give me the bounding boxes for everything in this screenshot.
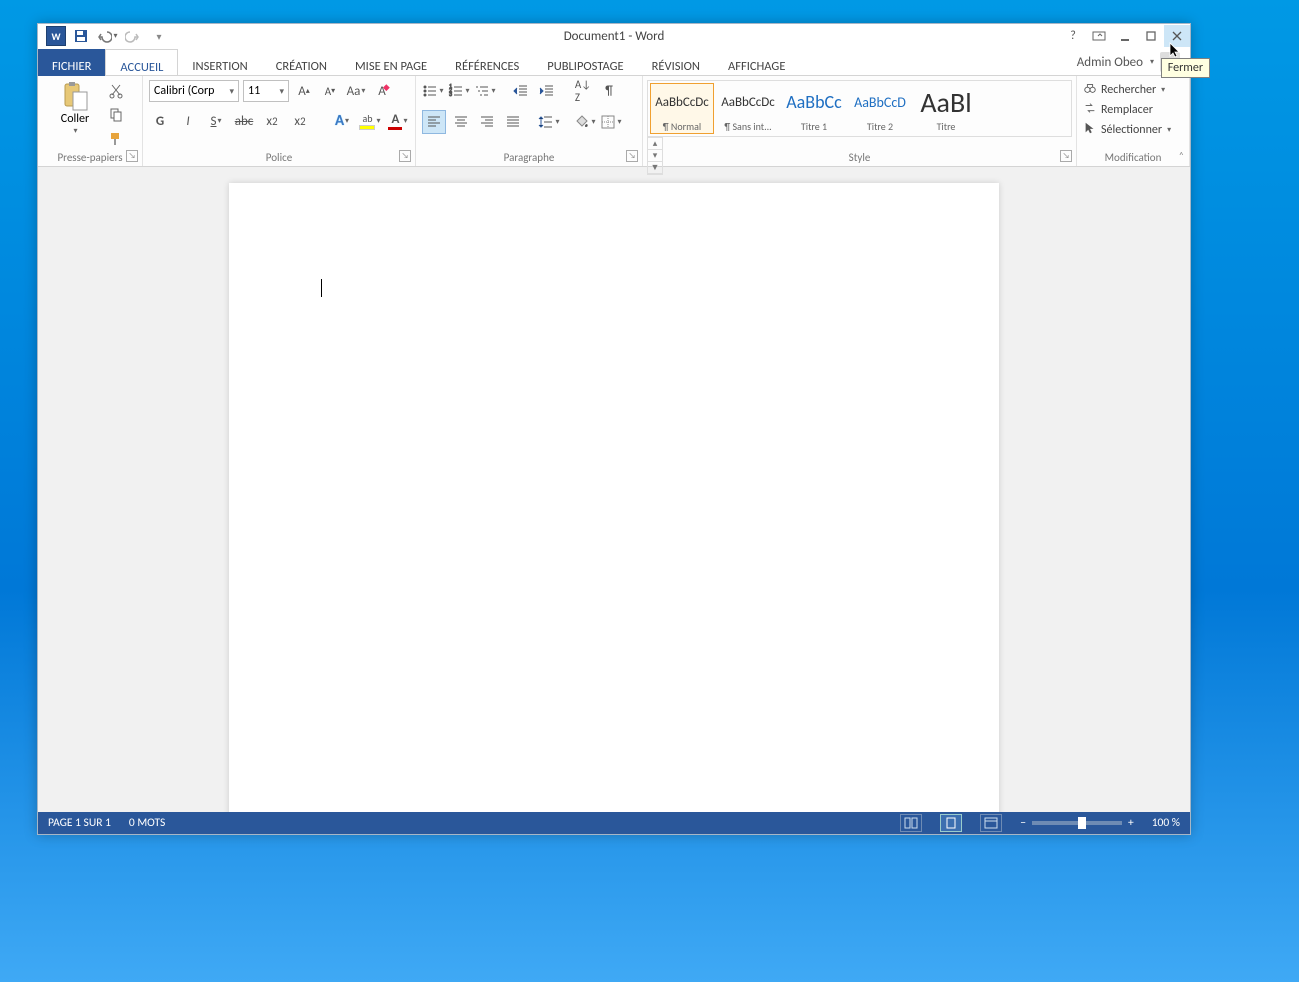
ribbon-tabs: FICHIER ACCUEIL INSERTION CRÉATION MISE … xyxy=(38,49,1190,76)
align-right-icon[interactable] xyxy=(476,111,498,133)
word-window: W ▾ ▾ Document1 - Word ? xyxy=(37,23,1191,835)
style-dialog-launcher[interactable]: ↘ xyxy=(1060,150,1072,162)
svg-text:3: 3 xyxy=(449,90,452,98)
zoom-in-icon[interactable]: + xyxy=(1128,816,1134,830)
zoom-slider[interactable]: − + xyxy=(1020,816,1133,830)
style-gallery: AaBbCcDc¶ Normal AaBbCcDc¶ Sans int... A… xyxy=(647,80,1072,137)
group-clipboard: Coller ▾ Presse-papiers ↘ xyxy=(38,76,143,166)
bullets-icon[interactable]: ▾ xyxy=(422,80,444,102)
document-area[interactable] xyxy=(38,167,1190,812)
style-normal[interactable]: AaBbCcDc¶ Normal xyxy=(650,83,714,134)
user-name[interactable]: Admin Obeo xyxy=(1077,55,1143,70)
cursor-icon xyxy=(1168,42,1184,62)
show-marks-icon[interactable]: ¶ xyxy=(598,80,620,102)
group-font: Calibri (Corp▾ 11▾ A▴ A▾ Aa▾ A◆ G I S▾ a… xyxy=(143,76,416,166)
style-titre[interactable]: AaBlTitre xyxy=(914,83,978,134)
select-button[interactable]: Sélectionner▾ xyxy=(1083,120,1183,140)
underline-button[interactable]: S▾ xyxy=(205,110,227,132)
style-group-label: Style xyxy=(643,151,1076,164)
paste-label: Coller xyxy=(61,112,89,126)
subscript-button[interactable]: x2 xyxy=(261,110,283,132)
borders-icon[interactable]: ▾ xyxy=(600,111,622,133)
format-painter-icon[interactable] xyxy=(105,128,127,150)
superscript-button[interactable]: x2 xyxy=(289,110,311,132)
style-sans-int[interactable]: AaBbCcDc¶ Sans int... xyxy=(716,83,780,134)
collapse-ribbon-icon[interactable]: ˄ xyxy=(1179,149,1184,162)
tab-references[interactable]: RÉFÉRENCES xyxy=(441,49,533,79)
status-bar: PAGE 1 SUR 1 0 MOTS − + 100 % xyxy=(38,812,1190,834)
replace-button[interactable]: Remplacer xyxy=(1083,100,1183,120)
style-titre1[interactable]: AaBbCcTitre 1 xyxy=(782,83,846,134)
style-titre2[interactable]: AaBbCcDTitre 2 xyxy=(848,83,912,134)
cut-icon[interactable] xyxy=(105,80,127,102)
shading-icon[interactable]: ▾ xyxy=(574,111,596,133)
group-paragraph: ▾ 123▾ ▾ A↓Z ¶ ▾ ▾ ▾ Paragr xyxy=(416,76,643,166)
increase-indent-icon[interactable] xyxy=(536,80,558,102)
find-button[interactable]: Rechercher▾ xyxy=(1083,80,1183,100)
highlight-icon[interactable]: ab▾ xyxy=(359,110,381,132)
tab-publipostage[interactable]: PUBLIPOSTAGE xyxy=(533,49,637,79)
tab-mise-en-page[interactable]: MISE EN PAGE xyxy=(341,49,441,79)
window-title: Document1 - Word xyxy=(38,29,1190,44)
align-center-icon[interactable] xyxy=(450,111,472,133)
title-bar: W ▾ ▾ Document1 - Word ? xyxy=(38,24,1190,49)
copy-icon[interactable] xyxy=(105,104,127,126)
page-indicator[interactable]: PAGE 1 SUR 1 xyxy=(48,816,111,830)
clipboard-dialog-launcher[interactable]: ↘ xyxy=(126,150,138,162)
grow-font-icon[interactable]: A▴ xyxy=(293,80,315,102)
group-styles: AaBbCcDc¶ Normal AaBbCcDc¶ Sans int... A… xyxy=(643,76,1077,166)
text-cursor xyxy=(321,279,322,297)
group-editing: Rechercher▾ Remplacer Sélectionner▾ Modi… xyxy=(1077,76,1190,166)
justify-icon[interactable] xyxy=(502,111,524,133)
web-layout-icon[interactable] xyxy=(980,814,1002,832)
page[interactable] xyxy=(229,183,999,812)
tab-file[interactable]: FICHIER xyxy=(38,49,105,79)
change-case-icon[interactable]: Aa▾ xyxy=(345,80,367,102)
zoom-out-icon[interactable]: − xyxy=(1020,816,1026,830)
line-spacing-icon[interactable]: ▾ xyxy=(538,111,560,133)
paragraph-group-label: Paragraphe xyxy=(416,151,642,164)
print-layout-icon[interactable] xyxy=(940,814,962,832)
cursor-select-icon xyxy=(1083,121,1097,139)
bold-button[interactable]: G xyxy=(149,110,171,132)
clear-formatting-icon[interactable]: A◆ xyxy=(371,80,393,102)
text-effects-icon[interactable]: A▾ xyxy=(331,110,353,132)
font-dialog-launcher[interactable]: ↘ xyxy=(399,150,411,162)
font-color-icon[interactable]: A▾ xyxy=(387,110,409,132)
editing-group-label: Modification xyxy=(1077,151,1189,164)
decrease-indent-icon[interactable] xyxy=(510,80,532,102)
zoom-level[interactable]: 100 % xyxy=(1152,816,1180,830)
binoculars-icon xyxy=(1083,81,1097,99)
font-name-combo[interactable]: Calibri (Corp▾ xyxy=(149,80,239,102)
paragraph-dialog-launcher[interactable]: ↘ xyxy=(626,150,638,162)
italic-button[interactable]: I xyxy=(177,110,199,132)
word-count[interactable]: 0 MOTS xyxy=(129,816,165,830)
numbering-icon[interactable]: 123▾ xyxy=(448,80,470,102)
ribbon: Coller ▾ Presse-papiers ↘ Calibri (Corp▾… xyxy=(38,76,1190,167)
tab-revision[interactable]: RÉVISION xyxy=(638,49,714,79)
replace-icon xyxy=(1083,101,1097,119)
strikethrough-button[interactable]: abc xyxy=(233,110,255,132)
font-group-label: Police xyxy=(143,151,415,164)
shrink-font-icon[interactable]: A▾ xyxy=(319,80,341,102)
tab-affichage[interactable]: AFFICHAGE xyxy=(714,49,799,79)
tab-creation[interactable]: CRÉATION xyxy=(262,49,341,79)
align-left-icon[interactable] xyxy=(422,110,446,134)
read-mode-icon[interactable] xyxy=(900,814,922,832)
sort-icon[interactable]: A↓Z xyxy=(572,80,594,102)
paste-button[interactable]: Coller ▾ xyxy=(53,80,97,150)
tab-insertion[interactable]: INSERTION xyxy=(178,49,261,79)
multilevel-list-icon[interactable]: ▾ xyxy=(474,80,496,102)
font-size-combo[interactable]: 11▾ xyxy=(243,80,289,102)
